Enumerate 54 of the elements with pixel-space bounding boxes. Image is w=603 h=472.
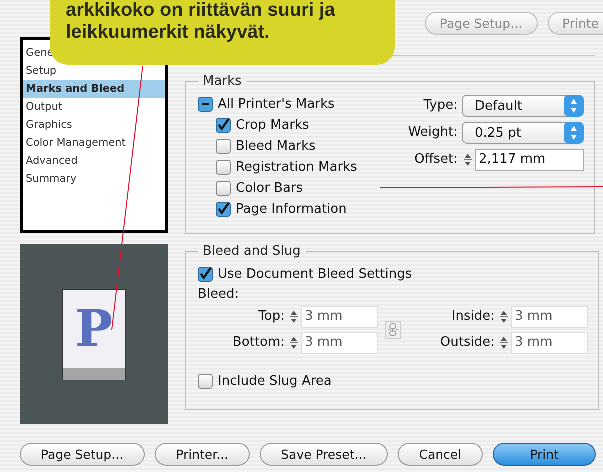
checkbox[interactable] <box>198 96 213 112</box>
sidebar-item[interactable]: Color Management <box>23 134 126 152</box>
dialog-button[interactable]: Page Setup... <box>20 443 145 466</box>
field-label: Top: <box>258 308 286 326</box>
checkbox-label: Page Information <box>236 202 347 216</box>
sidebar-item[interactable]: Advanced <box>23 152 78 170</box>
group-title: Bleed and Slug <box>202 244 302 259</box>
check-icon <box>217 202 230 216</box>
input-field[interactable]: 3 mm <box>301 306 378 328</box>
checkbox-label: Include Slug Area <box>218 374 332 388</box>
checkbox-label: Color Bars <box>236 180 304 196</box>
dialog-button[interactable]: Cancel <box>398 443 483 466</box>
callout-text: leikkuumerkit näkyvät. <box>66 22 270 44</box>
checkbox-label: All Printer's Marks <box>218 96 335 112</box>
callout-text: arkkikoko on riittävän suuri ja <box>66 0 336 22</box>
checkbox[interactable] <box>198 374 213 388</box>
sidebar-item[interactable]: Summary <box>23 170 77 188</box>
page-letter: P <box>74 298 114 360</box>
sidebar-item[interactable]: Graphics <box>23 116 72 134</box>
page-band <box>63 368 125 380</box>
popup-menu[interactable]: Default <box>462 95 584 117</box>
check-icon <box>217 118 230 132</box>
input-field[interactable]: 3 mm <box>511 332 588 354</box>
input-field[interactable]: 2,117 mm <box>475 149 584 171</box>
input-field[interactable]: 3 mm <box>301 332 378 354</box>
checkbox[interactable] <box>216 160 231 174</box>
dialog-button[interactable]: Printer... <box>155 443 250 466</box>
checkbox-label: Crop Marks <box>236 118 310 132</box>
sidebar-item[interactable]: Marks and Bleed <box>23 80 165 98</box>
group-title: Marks <box>202 74 243 89</box>
checkbox-label: Bleed Marks <box>236 138 316 154</box>
print-button[interactable]: Print <box>493 443 596 466</box>
dialog-button[interactable]: Save Preset... <box>260 443 388 466</box>
field-label: Bottom: <box>232 334 286 352</box>
field-label: Weight: <box>408 124 458 142</box>
checkbox[interactable] <box>216 118 231 132</box>
popup-menu[interactable]: 0.25 pt <box>462 122 584 144</box>
field-label: Type: <box>422 97 458 115</box>
check-icon <box>199 268 212 280</box>
arrows-icon <box>564 95 584 117</box>
checkbox-label: Use Document Bleed Settings <box>218 266 412 282</box>
sidebar-item[interactable]: Output <box>23 98 62 116</box>
checkbox-label: Registration Marks <box>236 160 358 174</box>
field-label: Outside: <box>439 334 496 352</box>
checkbox[interactable] <box>198 266 213 282</box>
field-label: Offset: <box>414 151 458 169</box>
arrows-icon <box>564 122 584 144</box>
checkbox[interactable] <box>216 138 231 154</box>
input-field[interactable]: 3 mm <box>511 306 588 328</box>
field-label: Inside: <box>450 308 496 326</box>
bleed-label: Bleed: <box>198 287 240 302</box>
sidebar-item[interactable]: Setup <box>23 62 57 80</box>
checkbox[interactable] <box>216 180 231 196</box>
checkbox[interactable] <box>216 202 231 216</box>
